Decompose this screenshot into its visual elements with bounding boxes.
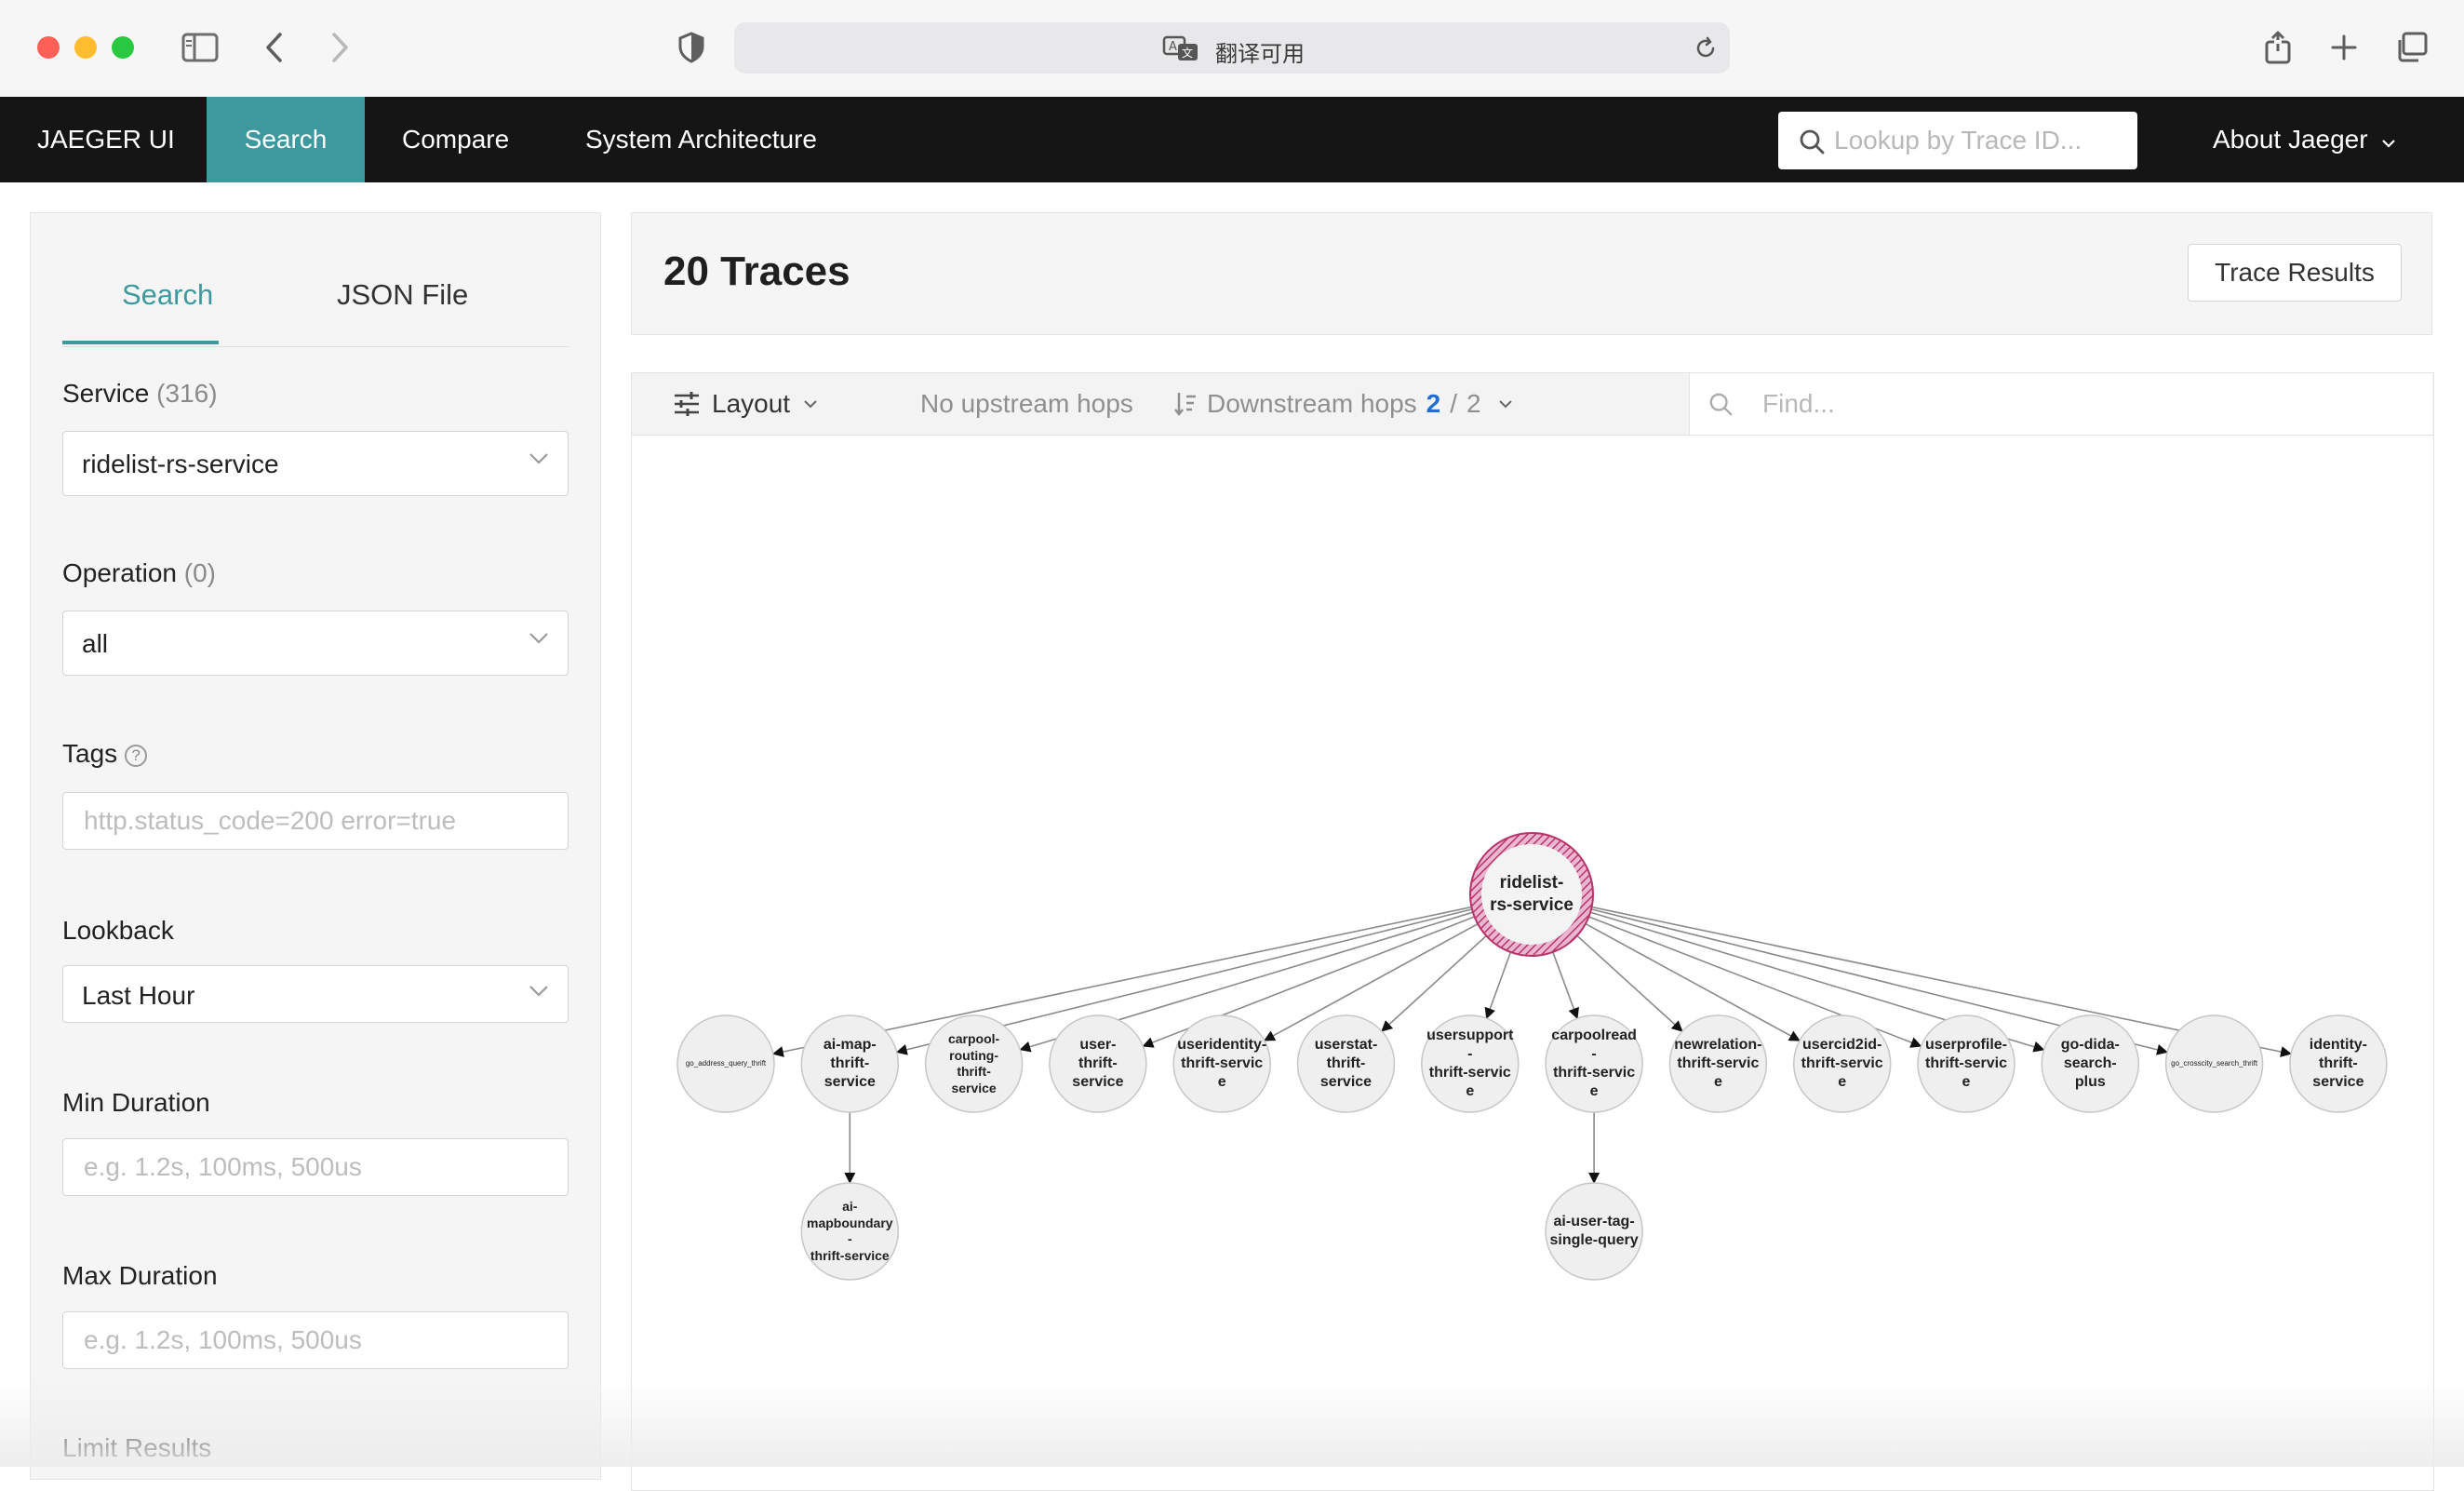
dag-node-lines: ai-mapboundary-thrift-service: [807, 1199, 893, 1263]
dag-edge: [1552, 951, 1579, 1020]
dag-node-label: usercid2id-thrift-service: [1798, 1019, 1887, 1108]
dag-node-label: user-thrift-service: [1053, 1019, 1143, 1108]
dag-node-lines: go-dida-search-plus: [2060, 1037, 2120, 1090]
dag-node-label: ridelist-rs-service: [1474, 837, 1589, 952]
dag-node-label: carpoolread-thrift-service: [1549, 1019, 1639, 1108]
dag-node-lines: userprofile-thrift-service: [1924, 1037, 2008, 1090]
dag-node-label: go_address_query_thrift: [681, 1019, 770, 1108]
dag-node-label: userprofile-thrift-service: [1922, 1019, 2011, 1108]
dag-node-label: newrelation-thrift-service: [1673, 1019, 1762, 1108]
dag-node-label: usersupport-thrift-service: [1426, 1019, 1515, 1108]
dag-node-label: ai-map-thrift-service: [805, 1019, 894, 1108]
dag-node-lines: carpool-routing-thrift-service: [947, 1031, 1000, 1095]
dag-node-label: ai-user-tag-single-query: [1549, 1187, 1639, 1276]
dag-node-lines: userstat-thrift-service: [1314, 1037, 1378, 1090]
dag-node-label: go-dida-search-plus: [2045, 1019, 2135, 1108]
dag-node-lines: useridentity-thrift-service: [1177, 1037, 1267, 1090]
dag-node-lines: usercid2id-thrift-service: [1801, 1037, 1883, 1090]
dag-edge: [1484, 951, 1512, 1020]
dag-node-lines: user-thrift-service: [1072, 1037, 1124, 1090]
dag-node-lines: ai-user-tag-single-query: [1549, 1214, 1639, 1248]
dag-node-label: carpool-routing-thrift-service: [930, 1019, 1019, 1108]
dag-node-lines: ridelist-rs-service: [1490, 873, 1573, 915]
dag-node-lines: newrelation-thrift-service: [1674, 1037, 1762, 1090]
dag-node-lines: usersupport-thrift-service: [1426, 1028, 1514, 1099]
dag-node-lines: ai-map-thrift-service: [823, 1037, 877, 1090]
dag-node-lines: carpoolread-thrift-service: [1551, 1028, 1637, 1099]
dag-node-label: identity-thrift-service: [2294, 1019, 2383, 1108]
dag-node-lines: identity-thrift-service: [2309, 1037, 2367, 1090]
dag-node-label: useridentity-thrift-service: [1177, 1019, 1266, 1108]
dag-node-lines: go_crosscity_search_thrift: [2171, 1059, 2258, 1068]
dag-node-label: go_crosscity_search_thrift: [2170, 1019, 2259, 1108]
dag-edges: [676, 832, 2388, 1281]
dag-node-label: ai-mapboundary-thrift-service: [805, 1187, 894, 1276]
dag-node-label: userstat-thrift-service: [1302, 1019, 1391, 1108]
dag-node-lines: go_address_query_thrift: [685, 1059, 767, 1068]
